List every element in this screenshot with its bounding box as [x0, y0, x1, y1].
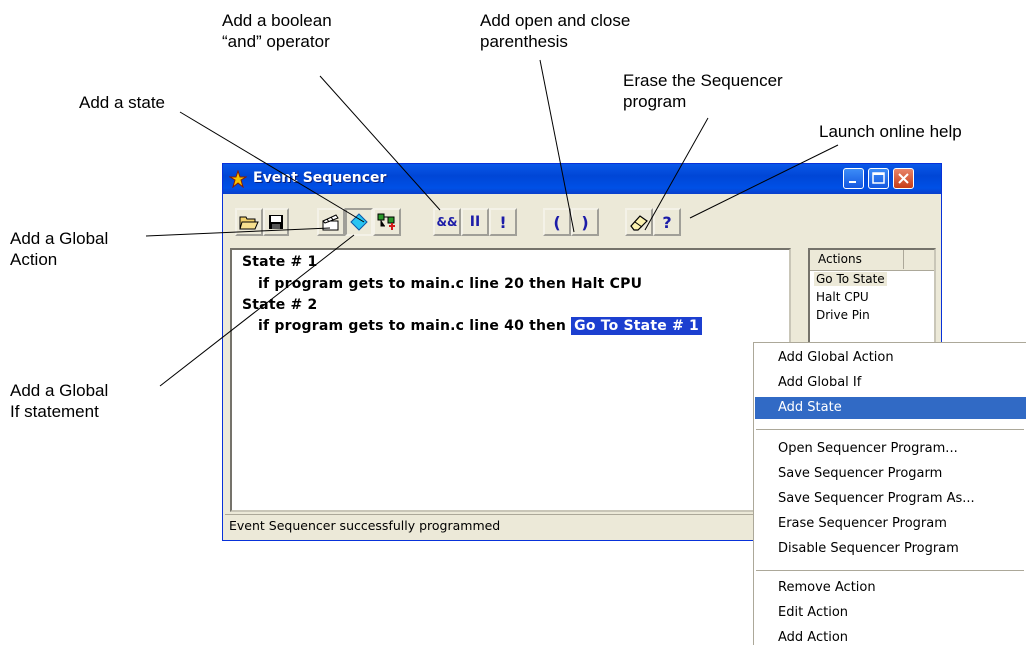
maximize-icon [872, 172, 885, 184]
and-operator-label: && [436, 215, 458, 229]
menu-add-state[interactable]: Add State [755, 397, 1026, 419]
help-icon: ? [662, 212, 672, 232]
minimize-icon [849, 181, 856, 183]
callout-boolean-and: Add a boolean “and” operator [222, 11, 332, 51]
actions-column-header[interactable]: Actions [810, 250, 904, 269]
or-operator-label: II [469, 214, 481, 230]
callout-erase: Erase the Sequencer program [623, 71, 783, 111]
title-bar[interactable]: Event Sequencer [223, 164, 941, 194]
window-title: Event Sequencer [253, 170, 387, 186]
add-state-button[interactable] [373, 208, 401, 236]
add-global-if-button[interactable] [345, 208, 373, 236]
add-global-action-button[interactable] [317, 208, 345, 236]
menu-disable-sequencer-program[interactable]: Disable Sequencer Program [755, 538, 1026, 560]
action-item-drive-pin[interactable]: Drive Pin [814, 308, 872, 322]
close-paren-button[interactable]: ) [571, 208, 599, 236]
menu-separator [756, 570, 1024, 571]
program-editor[interactable]: State # 1 if program gets to main.c line… [230, 248, 791, 512]
state-1-statement[interactable]: if program gets to main.c line 20 then H… [258, 276, 642, 292]
open-paren-button[interactable]: ( [543, 208, 571, 236]
not-operator-label: ! [499, 212, 507, 232]
minimize-button[interactable] [843, 168, 864, 189]
diamond-icon [350, 213, 368, 231]
callout-parenthesis: Add open and close parenthesis [480, 11, 631, 51]
toolbar: && II ! ( ) ? [235, 208, 715, 238]
actions-header[interactable]: Actions [810, 250, 934, 271]
clapboard-icon [322, 214, 339, 231]
menu-save-sequencer-program-as[interactable]: Save Sequencer Program As... [755, 488, 1026, 510]
save-icon [269, 215, 283, 229]
selected-action[interactable]: Go To State # 1 [571, 317, 702, 335]
add-state-icon [377, 213, 395, 230]
state-2-condition[interactable]: if program gets to main.c line 40 then [258, 318, 566, 334]
ti-star-icon [228, 169, 248, 189]
action-item-go-to-state[interactable]: Go To State [814, 272, 887, 286]
menu-separator [756, 429, 1024, 430]
callout-add-state: Add a state [79, 93, 166, 112]
save-button[interactable] [263, 208, 289, 236]
menu-save-sequencer-program[interactable]: Save Sequencer Progarm [755, 463, 1026, 485]
open-folder-icon [239, 216, 259, 230]
actions-list[interactable]: Actions Go To State Halt CPU Drive Pin [808, 248, 936, 344]
menu-edit-action[interactable]: Edit Action [755, 602, 1026, 624]
menu-add-global-action[interactable]: Add Global Action [755, 347, 1026, 369]
open-paren-label: ( [553, 212, 561, 232]
menu-add-global-if[interactable]: Add Global If [755, 372, 1026, 394]
and-operator-button[interactable]: && [433, 208, 461, 236]
menu-remove-action[interactable]: Remove Action [755, 577, 1026, 599]
menu-erase-sequencer-program[interactable]: Erase Sequencer Program [755, 513, 1026, 535]
callout-global-action: Add a Global Action [10, 229, 109, 269]
state-2-label[interactable]: State # 2 [242, 297, 317, 313]
menu-open-sequencer-program[interactable]: Open Sequencer Program... [755, 438, 1026, 460]
close-icon [898, 173, 909, 184]
state-1-label[interactable]: State # 1 [242, 254, 317, 270]
callout-help: Launch online help [819, 122, 962, 141]
action-item-halt-cpu[interactable]: Halt CPU [814, 290, 871, 304]
eraser-icon [630, 215, 648, 231]
erase-program-button[interactable] [625, 208, 653, 236]
maximize-button[interactable] [868, 168, 889, 189]
callout-global-if: Add a Global If statement [10, 381, 109, 421]
help-button[interactable]: ? [653, 208, 681, 236]
open-button[interactable] [235, 208, 263, 236]
menu-add-action[interactable]: Add Action [755, 627, 1026, 649]
or-operator-button[interactable]: II [461, 208, 489, 236]
not-operator-button[interactable]: ! [489, 208, 517, 236]
context-menu: Add Global Action Add Global If Add Stat… [753, 342, 1026, 645]
state-2-statement[interactable]: if program gets to main.c line 40 then G… [258, 317, 702, 335]
close-paren-label: ) [581, 212, 589, 232]
close-button[interactable] [893, 168, 914, 189]
